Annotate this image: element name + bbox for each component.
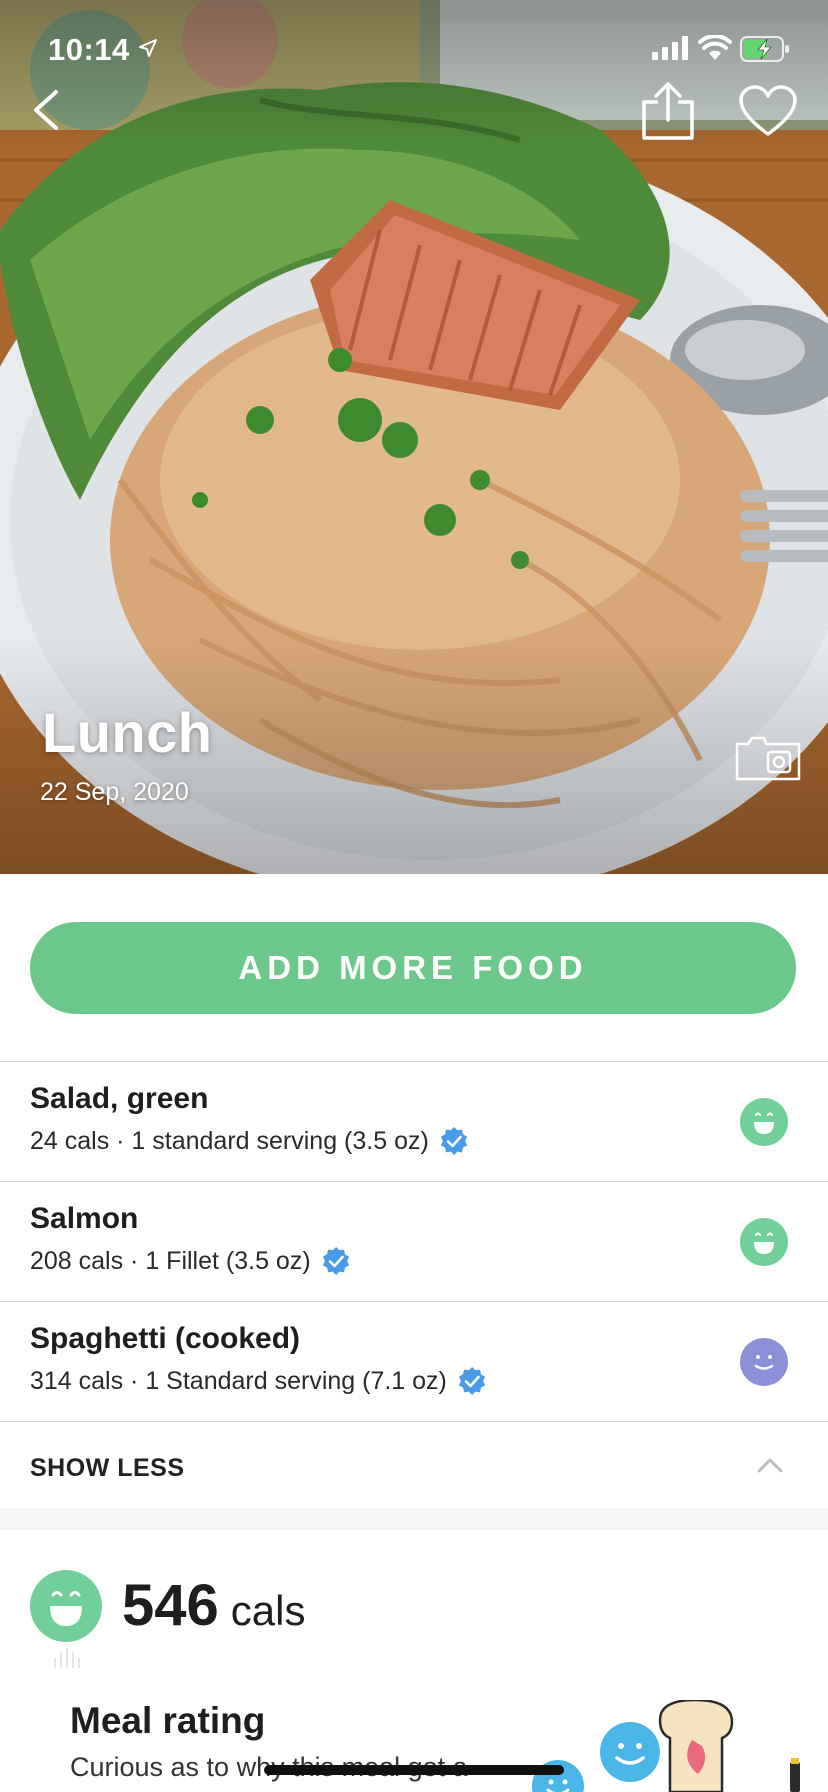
neutral-face-icon [740,1338,788,1386]
food-detail: 208 cals · 1 Fillet (3.5 oz) [30,1246,351,1276]
verified-badge-icon [458,1366,486,1396]
food-detail-text: 314 cals · 1 Standard serving (7.1 oz) [30,1366,447,1395]
battery-charging-icon [740,36,789,62]
home-indicator[interactable] [264,1765,564,1775]
section-divider [0,1508,828,1530]
chevron-up-icon [757,1458,783,1473]
total-calories-value: 546 [122,1573,219,1638]
food-name: Salad, green [30,1082,209,1115]
share-icon[interactable] [640,80,696,142]
meal-rating-face-icon [30,1570,102,1642]
location-arrow-icon [139,39,157,57]
food-item-salad[interactable]: Salad, green 24 cals · 1 standard servin… [0,1061,828,1181]
heart-favorite-icon[interactable] [738,84,798,140]
meal-title: Lunch [42,701,213,764]
back-chevron-icon[interactable] [26,86,66,134]
food-list: Salad, green 24 cals · 1 standard servin… [0,1061,828,1511]
verified-badge-icon [322,1246,349,1276]
food-detail: 24 cals · 1 standard serving (3.5 oz) [30,1126,469,1156]
show-less-toggle[interactable]: SHOW LESS [0,1421,828,1511]
total-calories-unit: cals [230,1587,306,1634]
food-item-salmon[interactable]: Salmon 208 cals · 1 Fillet (3.5 oz) [0,1181,828,1301]
total-calories: 546 cals [122,1572,305,1639]
verified-badge-icon [440,1126,468,1156]
food-detail-text: 208 cals · 1 Fillet (3.5 oz) [30,1246,311,1275]
rating-glow-decoration [54,1648,80,1668]
meal-date: 22 Sep, 2020 [40,778,189,806]
very-healthy-face-icon [740,1218,788,1266]
very-healthy-face-icon [740,1098,788,1146]
meal-rating-illustration [532,1700,800,1792]
food-name: Spaghetti (cooked) [30,1322,301,1355]
cellular-signal-icon [652,36,688,60]
wifi-icon [698,35,732,60]
food-detail: 314 cals · 1 Standard serving (7.1 oz) [30,1366,487,1396]
food-item-spaghetti[interactable]: Spaghetti (cooked) 314 cals · 1 Standard… [0,1301,828,1421]
show-less-label: SHOW LESS [30,1454,185,1482]
meal-rating-title: Meal rating [70,1700,266,1741]
food-detail-text: 24 cals · 1 standard serving (3.5 oz) [30,1126,429,1155]
status-bar: 10:14 [0,0,828,100]
food-name: Salmon [30,1202,139,1235]
add-more-food-button[interactable]: ADD MORE FOOD [30,922,796,1014]
camera-icon[interactable] [734,734,802,782]
status-time: 10:14 [48,32,130,67]
